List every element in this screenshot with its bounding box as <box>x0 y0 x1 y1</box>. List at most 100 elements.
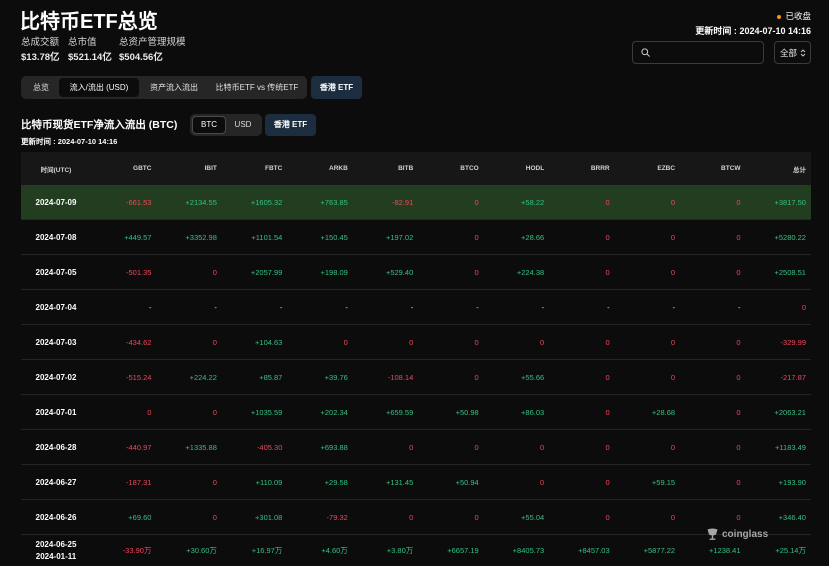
cell-arkb: +202.34 <box>320 407 348 417</box>
cell-bitb: +131.45 <box>385 477 414 487</box>
cell-btco: 0 <box>474 337 479 347</box>
cell-total: +1183.49 <box>775 442 806 452</box>
cell-ezbc: 0 <box>670 512 676 522</box>
row-date: 2024-06-27 <box>35 477 77 487</box>
section-hk-etf-button[interactable]: 香港 ETF <box>265 114 316 136</box>
cell-btcw: 0 <box>736 372 741 382</box>
cell-fbtc: +1035.59 <box>250 407 283 417</box>
cell-fbtc: +104.63 <box>255 337 283 347</box>
summary-row: 2024-06-25 2024-01-11 -33.90万 +30.60万 +16.97… <box>21 535 811 566</box>
table-row: 2024-06-26 +69.60 0 +301.08 -79.32 0 0 +55.04 0 0… <box>21 500 811 535</box>
cell-brrr: 0 <box>605 512 610 522</box>
summary-cell-brrr: +8457.03 <box>578 546 610 555</box>
column-header-brrr: BRRR <box>590 165 610 172</box>
column-header-btcw: BTCW <box>721 165 741 172</box>
summary-cell-ezbc: +5877.22 <box>643 546 676 555</box>
cell-total: +2508.51 <box>774 267 806 277</box>
tab-overview[interactable]: 总览 <box>23 78 59 97</box>
cell-bitb: 0 <box>409 442 414 452</box>
search-input[interactable] <box>654 42 763 63</box>
cell-btcw: 0 <box>736 337 741 347</box>
column-header-btco: BTCO <box>460 165 479 172</box>
cell-bitb: -82.91 <box>391 197 414 207</box>
cell-ezbc: 0 <box>670 337 676 347</box>
updated-time-label: 更新时间 : <box>695 26 737 36</box>
cell-hodl: +28.66 <box>521 232 545 242</box>
cell-btco: 0 <box>474 512 479 522</box>
cell-ibit: 0 <box>212 477 217 487</box>
cell-ibit: 0 <box>212 512 217 522</box>
etf-overview-page: 比特币ETF总览 总成交额 $13.78亿 总市值 $521.14亿 总资产管理… <box>0 0 829 566</box>
cell-total: +5280.22 <box>774 232 806 242</box>
updated-time: 更新时间 : 2024-07-10 14:16 <box>695 25 811 37</box>
column-header-fbtc: FBTC <box>265 165 283 172</box>
column-header-ezbc: EZBC <box>657 165 676 172</box>
stat-market-cap: 总市值 $521.14亿 <box>68 37 119 64</box>
cell-hodl: +58.22 <box>521 197 545 207</box>
etf-flow-table: 时间(UTC) GBTC IBIT FBTC ARKB BITB BTCO HODL BRRR E… <box>21 152 811 566</box>
tab-btc-etf-vs-traditional[interactable]: 比特币ETF vs 传统ETF <box>209 78 305 97</box>
cell-ibit: 0 <box>212 407 217 417</box>
cell-gbtc: +449.57 <box>124 232 152 242</box>
table-header-row: 时间(UTC) GBTC IBIT FBTC ARKB BITB BTCO HODL BRRR E… <box>21 152 811 185</box>
row-date: 2024-07-09 <box>35 197 77 207</box>
hk-etf-button[interactable]: 香港 ETF <box>311 76 362 99</box>
row-date: 2024-07-02 <box>35 372 77 382</box>
cell-btco: 0 <box>474 442 479 452</box>
cell-arkb: 0 <box>343 337 348 347</box>
row-date: 2024-07-05 <box>35 267 77 277</box>
tab-asset-flows[interactable]: 资产流入流出 <box>139 78 209 97</box>
cell-btco: +50.94 <box>455 477 479 487</box>
summary-cell-bitb: +3.80万 <box>386 546 414 555</box>
cell-hodl: +224.38 <box>516 267 545 277</box>
cell-fbtc: +1101.54 <box>251 232 283 242</box>
cell-fbtc: +85.87 <box>259 372 283 382</box>
cell-btcw: 0 <box>736 232 741 242</box>
cell-brrr: 0 <box>605 232 610 242</box>
column-header-total: 总计 <box>792 166 806 174</box>
table-row: 2024-07-09 -661.53 +2134.55 +1605.32 +763.85… <box>21 185 811 220</box>
column-header-gbtc: GBTC <box>133 165 152 172</box>
cell-btco: - <box>476 302 479 312</box>
cell-total: -329.99 <box>780 337 806 347</box>
cell-btcw: - <box>738 302 741 312</box>
unit-option-usd[interactable]: USD <box>226 116 260 134</box>
cell-ezbc: 0 <box>670 232 676 242</box>
cell-ibit: 0 <box>212 337 217 347</box>
column-header-time: 时间(UTC) <box>40 166 72 174</box>
cell-ezbc: - <box>672 302 676 312</box>
cell-bitb: - <box>410 302 414 312</box>
cell-btco: 0 <box>474 197 479 207</box>
summary-cell-ibit: +30.60万 <box>186 546 217 555</box>
cell-btcw: 0 <box>736 442 741 452</box>
cell-arkb: +29.58 <box>324 477 348 487</box>
cell-btco: 0 <box>474 372 479 382</box>
cell-brrr: 0 <box>605 407 610 417</box>
cell-bitb: 0 <box>409 512 414 522</box>
row-date: 2024-07-03 <box>35 337 77 347</box>
cell-fbtc: +2057.99 <box>250 267 283 277</box>
cell-ezbc: +59.15 <box>651 477 676 487</box>
cell-brrr: 0 <box>605 267 610 277</box>
tab-inflow-outflow-usd[interactable]: 流入/流出 (USD) <box>59 78 139 97</box>
section-updated-label: 更新时间 : <box>21 137 56 146</box>
cell-hodl: - <box>541 302 545 312</box>
section-title: 比特币现货ETF净流入流出 (BTC) <box>21 119 178 131</box>
table-row: 2024-07-02 -515.24 +224.22 +85.87 +39.76 -108… <box>21 360 811 395</box>
cell-fbtc: -405.30 <box>256 442 283 452</box>
section-updated-value: 2024-07-10 14:16 <box>57 137 118 146</box>
updated-time-value: 2024-07-10 14:16 <box>739 26 811 36</box>
cell-total: -217.87 <box>780 372 806 382</box>
filter-select[interactable]: 全部 <box>774 41 811 64</box>
cell-brrr: 0 <box>605 372 610 382</box>
row-date: 2024-06-28 <box>35 442 77 452</box>
cell-brrr: 0 <box>605 197 610 207</box>
page-title: 比特币ETF总览 <box>20 11 158 33</box>
search-box[interactable] <box>632 41 764 64</box>
column-header-bitb: BITB <box>398 165 414 172</box>
unit-option-btc[interactable]: BTC <box>192 116 226 134</box>
summary-date-range: 2024-06-25 2024-01-11 <box>21 539 91 563</box>
cell-gbtc: -440.97 <box>126 442 152 452</box>
cell-gbtc: -501.35 <box>126 267 152 277</box>
main-tabs: 总览 流入/流出 (USD) 资产流入流出 比特币ETF vs 传统ETF <box>21 76 307 99</box>
